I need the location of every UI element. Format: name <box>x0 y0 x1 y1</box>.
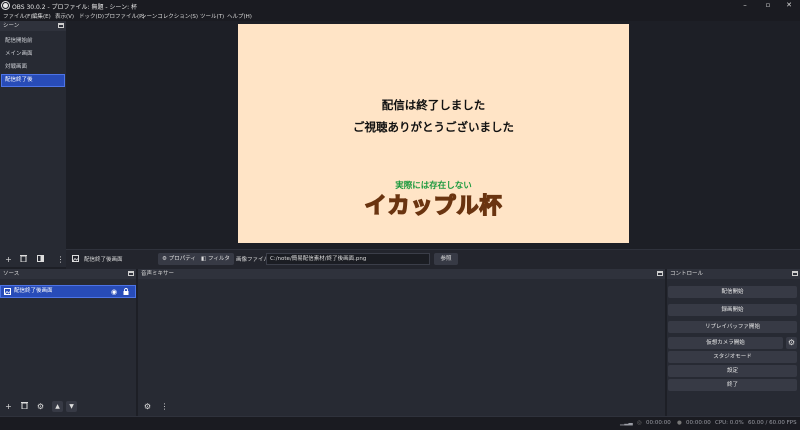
exit-button[interactable]: 終了 <box>668 379 797 391</box>
menu-profile[interactable]: プロファイル(P) <box>104 12 145 20</box>
source-toolbar: 配信終了後画面 ⚙ プロパティ ◧ フィルタ 画像ファイル C:/note/簡易… <box>66 249 800 269</box>
network-signal-icon: ▁▂▃ <box>620 420 633 426</box>
obs-logo-icon <box>2 2 9 9</box>
fps-readout: 60.00 / 60.00 FPS <box>748 420 797 426</box>
scene-filter-icon[interactable] <box>35 254 46 265</box>
title-bar: OBS 30.0.2 - プロファイル: 無題 - シーン: 杯 – ▫ ✕ <box>0 0 800 11</box>
settings-button[interactable]: 設定 <box>668 365 797 377</box>
properties-button[interactable]: ⚙ プロパティ <box>158 253 200 265</box>
menu-view[interactable]: 表示(V) <box>55 12 74 20</box>
add-source-icon[interactable]: + <box>3 401 14 412</box>
undock-icon[interactable] <box>128 271 134 276</box>
filter-icon: ◧ <box>201 256 207 262</box>
window-title: OBS 30.0.2 - プロファイル: 無題 - シーン: 杯 <box>12 4 138 11</box>
source-item[interactable]: 配信終了後画面 ◉ <box>0 285 136 300</box>
mixer-title: 音声ミキサー <box>141 271 175 277</box>
mixer-more-options-icon[interactable]: ⋮ <box>159 401 170 412</box>
image-source-icon <box>4 288 11 300</box>
sources-header: ソース <box>0 269 136 279</box>
virtual-camera-settings-gear-icon[interactable]: ⚙ <box>786 337 797 349</box>
more-options-icon[interactable]: ⋮ <box>55 254 66 265</box>
menu-edit[interactable]: 編集(E) <box>32 12 51 20</box>
stream-status-icon: ◎ <box>637 420 642 426</box>
start-recording-button[interactable]: 録画開始 <box>668 304 797 316</box>
menu-file[interactable]: ファイル(F) <box>3 12 32 20</box>
cpu-usage: CPU: 0.0% <box>715 420 744 426</box>
selected-source-name: 配信終了後画面 <box>84 257 123 263</box>
mixer-header: 音声ミキサー <box>138 269 665 279</box>
controls-dock: コントロール 配信開始 録画開始 リプレイバッファ開始 仮想カメラ開始 ⚙ スタ… <box>667 269 800 416</box>
undock-icon[interactable] <box>58 23 64 28</box>
status-bar: ▁▂▃ ◎ 00:00:00 ● 00:00:00 CPU: 0.0% 60.0… <box>0 416 800 430</box>
add-scene-icon[interactable]: + <box>3 254 14 265</box>
menu-help[interactable]: ヘルプ(H) <box>227 12 252 20</box>
scenes-dock: シーン 配信開始前 メイン画面 対戦画面 配信終了後 + ⋮ <box>0 21 66 267</box>
maximize-button[interactable]: ▫ <box>757 0 779 11</box>
menu-tools[interactable]: ツール(T) <box>200 12 224 20</box>
filters-button[interactable]: ◧ フィルタ <box>197 253 234 265</box>
sources-title: ソース <box>3 271 20 277</box>
scenes-title: シーン <box>3 23 20 29</box>
minimize-button[interactable]: – <box>734 0 756 11</box>
stream-time: 00:00:00 <box>646 420 671 426</box>
undock-icon[interactable] <box>792 271 798 276</box>
scenes-header: シーン <box>0 21 66 31</box>
move-up-icon[interactable]: ▲ <box>52 401 63 412</box>
visibility-eye-icon[interactable]: ◉ <box>111 287 117 298</box>
lock-icon[interactable] <box>123 288 129 300</box>
remove-scene-icon[interactable] <box>18 254 29 265</box>
menu-dock[interactable]: ドック(D) <box>79 12 104 20</box>
image-path-field[interactable]: C:/note/簡易配信素材/終了後画面.png <box>266 253 430 265</box>
scene-item[interactable]: 対戦画面 <box>2 62 64 73</box>
studio-mode-button[interactable]: スタジオモード <box>668 351 797 363</box>
gear-icon: ⚙ <box>162 256 167 262</box>
recording-time: 00:00:00 <box>686 420 711 426</box>
end-message-line1: 配信は終了しました <box>381 98 486 112</box>
start-streaming-button[interactable]: 配信開始 <box>668 286 797 298</box>
scene-item[interactable]: 配信開始前 <box>2 36 64 47</box>
remove-source-icon[interactable] <box>19 401 30 412</box>
source-name: 配信終了後画面 <box>14 288 53 294</box>
advanced-audio-gear-icon[interactable]: ⚙ <box>142 401 153 412</box>
undock-icon[interactable] <box>657 271 663 276</box>
move-down-icon[interactable]: ▼ <box>66 401 77 412</box>
controls-title: コントロール <box>670 271 704 277</box>
controls-header: コントロール <box>667 269 800 279</box>
scene-item[interactable]: メイン画面 <box>2 49 64 60</box>
menu-scene-collection[interactable]: シーンコレクション(S) <box>141 12 198 20</box>
start-replay-buffer-button[interactable]: リプレイバッファ開始 <box>668 321 797 333</box>
scene-item-selected[interactable]: 配信終了後 <box>1 74 65 87</box>
recording-status-icon: ● <box>677 420 682 426</box>
browse-button[interactable]: 参照 <box>434 253 458 265</box>
close-button[interactable]: ✕ <box>778 0 800 11</box>
menu-bar: ファイル(F) 編集(E) 表示(V) ドック(D) プロファイル(P) シーン… <box>0 11 800 21</box>
audio-mixer-dock: 音声ミキサー ⚙ ⋮ <box>138 269 665 416</box>
start-virtual-camera-button[interactable]: 仮想カメラ開始 <box>668 337 783 349</box>
preview-canvas[interactable]: 配信は終了しました ご視聴ありがとうございました 実際には存在しない イカップル… <box>238 24 629 243</box>
sources-dock: ソース 配信終了後画面 ◉ + ⚙ ▲ ▼ <box>0 269 136 416</box>
source-properties-gear-icon[interactable]: ⚙ <box>35 401 46 412</box>
filters-label: フィルタ <box>207 256 230 262</box>
properties-label: プロパティ <box>168 256 196 262</box>
end-message-line2: ご視聴ありがとうございました <box>353 120 514 134</box>
image-source-icon <box>72 255 79 264</box>
image-file-label: 画像ファイル <box>236 257 270 263</box>
tournament-logo: イカップル杯 <box>364 193 503 220</box>
